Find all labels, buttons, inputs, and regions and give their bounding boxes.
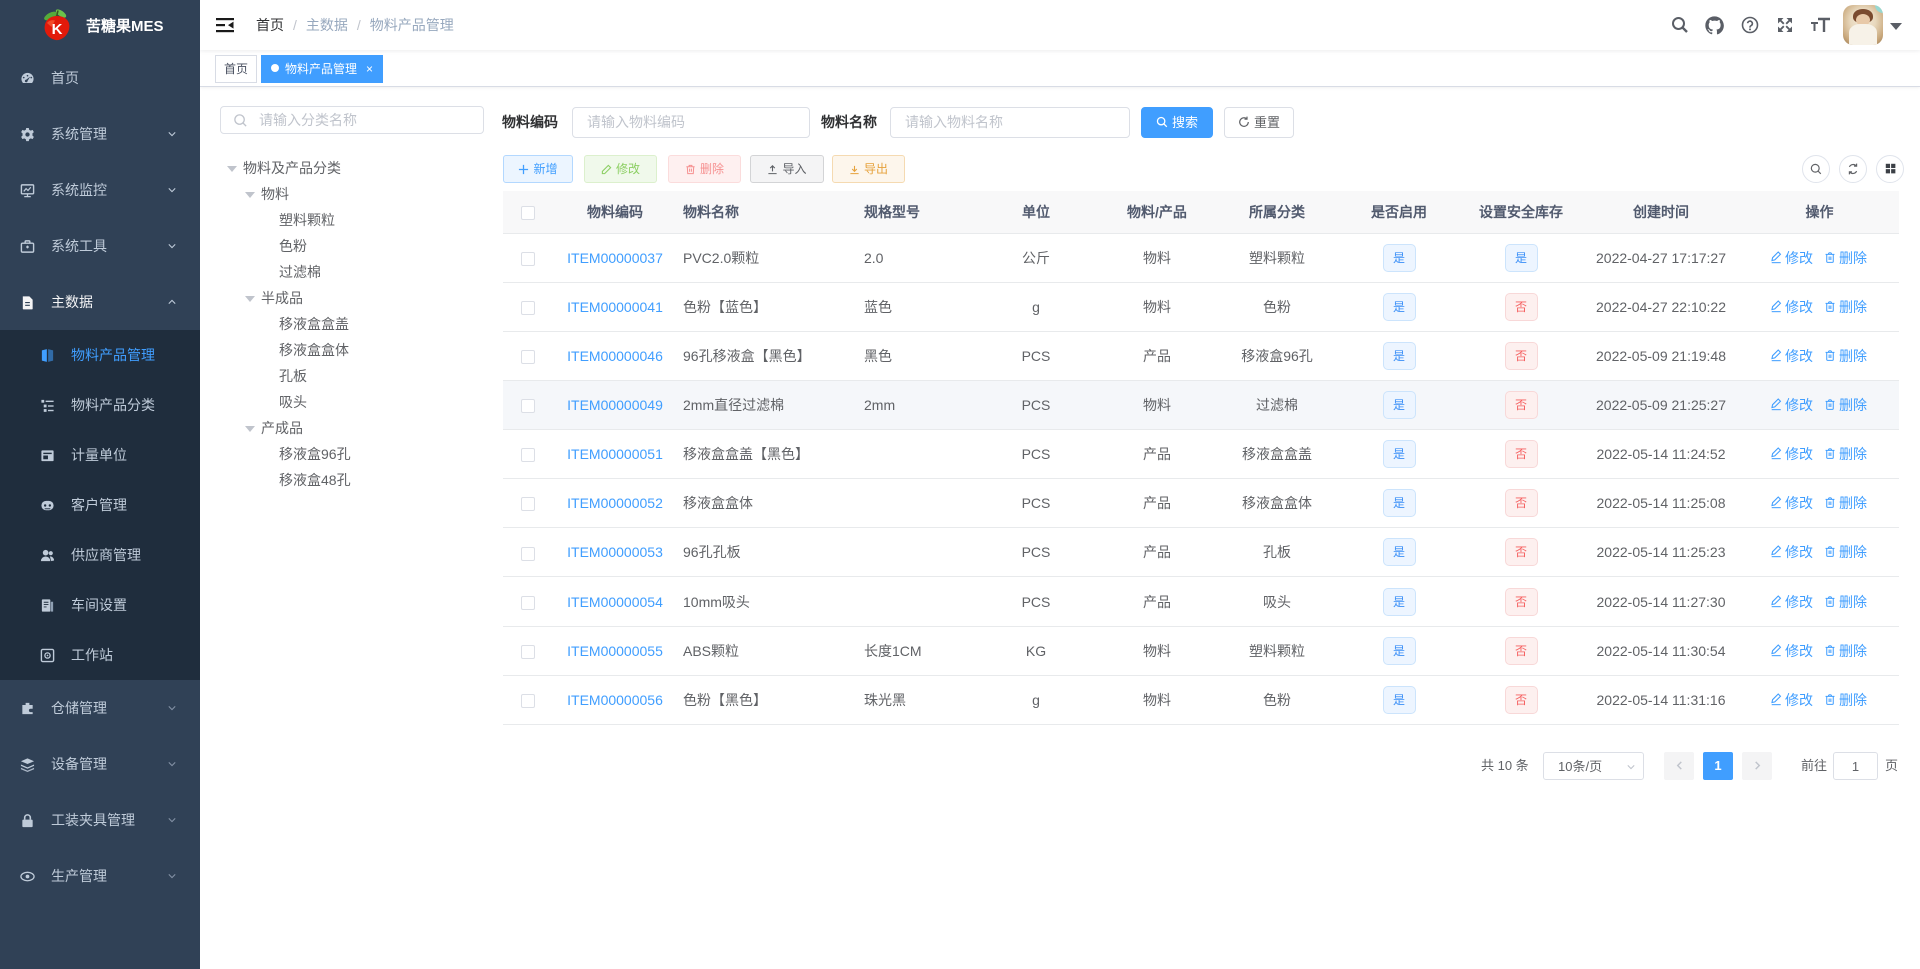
- svg-text:K: K: [52, 21, 63, 38]
